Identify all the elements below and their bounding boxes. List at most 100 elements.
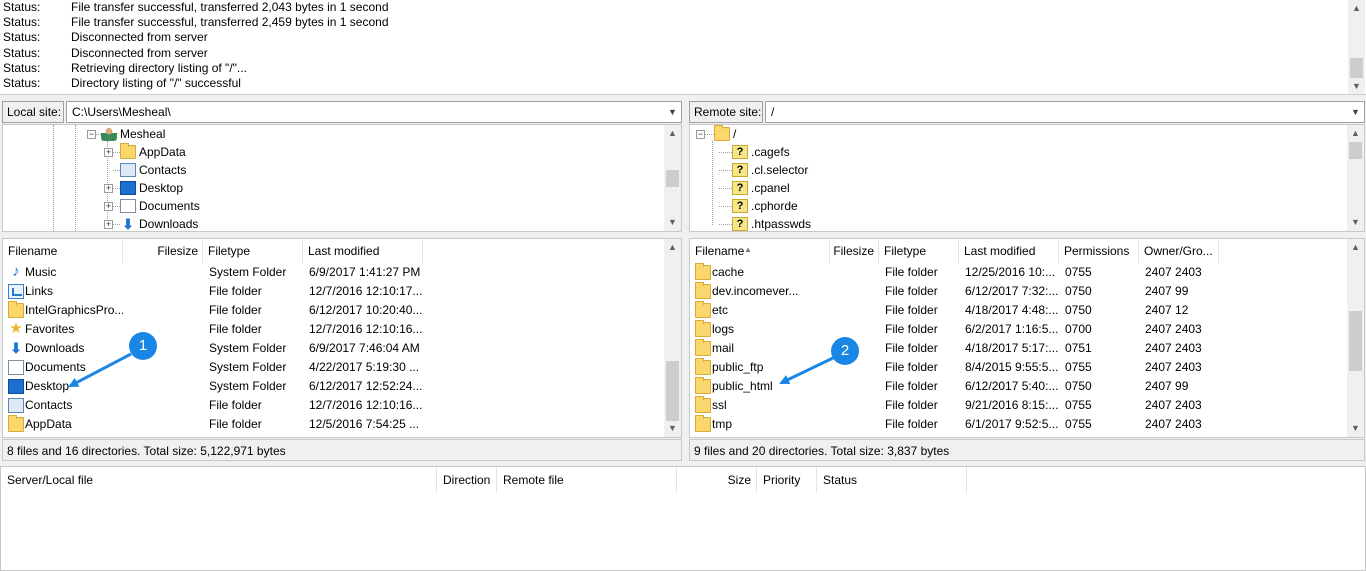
tree-item[interactable]: ? .htpasswds — [690, 215, 1330, 231]
file-row[interactable]: ♪ Music System Folder 6/9/2017 1:41:27 PM — [3, 263, 663, 282]
expand-icon[interactable]: + — [104, 220, 113, 229]
file-row[interactable]: ssl File folder 9/21/2016 8:15:... 0755 2407… — [690, 396, 1346, 415]
chevron-down-icon[interactable]: ▼ — [664, 102, 681, 122]
column-permissions[interactable]: Permissions — [1059, 239, 1139, 263]
folder-icon — [8, 301, 24, 318]
chevron-down-icon[interactable]: ▼ — [1347, 102, 1364, 122]
column-filesize[interactable]: Filesize — [123, 239, 203, 263]
folder-icon — [695, 282, 711, 299]
local-list-scrollbar[interactable]: ▲ ▼ — [664, 239, 681, 437]
file-row[interactable]: AppData File folder 12/5/2016 7:54:25 ... — [3, 415, 663, 434]
tree-item[interactable]: − Mesheal — [3, 125, 643, 143]
file-row[interactable]: Desktop System Folder 6/12/2017 12:52:24..… — [3, 377, 663, 396]
scroll-up-arrow-icon[interactable]: ▲ — [1347, 125, 1364, 142]
remote-list-scrollbar[interactable]: ▲ ▼ — [1347, 239, 1364, 437]
scroll-thumb[interactable] — [1349, 142, 1362, 159]
file-size — [830, 263, 877, 282]
scroll-down-arrow-icon[interactable]: ▼ — [664, 420, 681, 437]
file-row[interactable]: etc File folder 4/18/2017 4:48:... 0750 2407… — [690, 301, 1346, 320]
desktop-icon — [120, 181, 136, 195]
file-type: File folder — [885, 303, 938, 317]
tree-item[interactable]: ? .cagefs — [690, 143, 1330, 161]
file-type: File folder — [885, 360, 938, 374]
document-icon — [120, 199, 136, 213]
column-filesize[interactable]: Filesize — [830, 239, 879, 263]
tree-item-label: AppData — [139, 145, 186, 159]
tree-item[interactable]: ? .cphorde — [690, 197, 1330, 215]
file-name: public_html — [712, 379, 773, 393]
collapse-icon[interactable]: − — [696, 130, 705, 139]
local-tree-scrollbar[interactable]: ▲ ▼ — [664, 125, 681, 231]
tree-item[interactable]: + ⬇ Downloads — [3, 215, 643, 231]
tree-item[interactable]: + Documents — [3, 197, 643, 215]
local-site-path-input[interactable]: C:\Users\Mesheal\ ▼ — [66, 101, 682, 123]
file-modified: 6/12/2017 5:40:... — [965, 379, 1059, 393]
log-line-text: Disconnected from server — [71, 30, 208, 45]
scroll-thumb[interactable] — [1349, 311, 1362, 371]
file-row[interactable]: Links File folder 12/7/2016 12:10:17... — [3, 282, 663, 301]
contacts-icon — [120, 163, 136, 177]
tree-item[interactable]: Contacts — [3, 161, 643, 179]
column-status[interactable]: Status — [817, 467, 967, 493]
file-modified: 6/1/2017 9:52:5... — [965, 417, 1059, 431]
file-row[interactable]: logs File folder 6/2/2017 1:16:5... 0700 240… — [690, 320, 1346, 339]
tree-guide-line — [705, 134, 714, 135]
scroll-thumb[interactable] — [1350, 58, 1363, 78]
scroll-down-arrow-icon[interactable]: ▼ — [1348, 78, 1365, 94]
file-type: File folder — [885, 322, 938, 336]
scroll-up-arrow-icon[interactable]: ▲ — [664, 125, 681, 142]
local-directory-tree: ▲ ▼ − Mesheal + AppData Contacts + Desktop + Doc… — [2, 124, 682, 232]
scroll-down-arrow-icon[interactable]: ▼ — [664, 214, 681, 231]
file-row[interactable]: public_ftp File folder 8/4/2015 9:55:5... 0… — [690, 358, 1346, 377]
remote-list-header: Filename ▲ Filesize Filetype Last modifi… — [690, 239, 1348, 263]
file-row[interactable]: public_html File folder 6/12/2017 5:40:...… — [690, 377, 1346, 396]
scroll-thumb[interactable] — [666, 361, 679, 421]
message-log-scrollbar[interactable]: ▲ ▼ — [1348, 0, 1365, 94]
tree-item[interactable]: ? .cpanel — [690, 179, 1330, 197]
scroll-down-arrow-icon[interactable]: ▼ — [1347, 214, 1364, 231]
scroll-up-arrow-icon[interactable]: ▲ — [1348, 0, 1365, 17]
tree-guide-line — [113, 224, 120, 225]
file-row[interactable]: mail File folder 4/18/2017 5:17:... 0751 240… — [690, 339, 1346, 358]
column-direction[interactable]: Direction — [437, 467, 497, 493]
column-size[interactable]: Size — [677, 467, 757, 493]
file-row[interactable]: cache File folder 12/25/2016 10:... 0755 240… — [690, 263, 1346, 282]
scroll-up-arrow-icon[interactable]: ▲ — [1347, 239, 1364, 256]
tree-item[interactable]: + Desktop — [3, 179, 643, 197]
column-last-modified[interactable]: Last modified — [959, 239, 1059, 263]
column-priority[interactable]: Priority — [757, 467, 817, 493]
column-filetype[interactable]: Filetype — [879, 239, 959, 263]
column-filename[interactable]: Filename — [3, 239, 123, 263]
scroll-thumb[interactable] — [666, 170, 679, 187]
folder-icon — [695, 377, 711, 394]
scroll-down-arrow-icon[interactable]: ▼ — [1347, 420, 1364, 437]
tree-item[interactable]: − / — [690, 125, 1330, 143]
expand-icon[interactable]: + — [104, 148, 113, 157]
file-row[interactable]: Contacts File folder 12/7/2016 12:10:16... — [3, 396, 663, 415]
log-line: Status: Disconnected from server — [3, 46, 1343, 61]
scroll-up-arrow-icon[interactable]: ▲ — [664, 239, 681, 256]
file-row[interactable]: ⬇ Downloads System Folder 6/9/2017 7:46:04 … — [3, 339, 663, 358]
file-row[interactable]: IntelGraphicsPro... File folder 6/12/2017 … — [3, 301, 663, 320]
file-row[interactable]: dev.incomever... File folder 6/12/2017 7:3… — [690, 282, 1346, 301]
remote-site-path-input[interactable]: / ▼ — [765, 101, 1365, 123]
expand-icon[interactable]: + — [104, 202, 113, 211]
column-filename[interactable]: Filename ▲ — [690, 239, 830, 263]
remote-tree-scrollbar[interactable]: ▲ ▼ — [1347, 125, 1364, 231]
file-row[interactable]: tmp File folder 6/1/2017 9:52:5... 0755 2407… — [690, 415, 1346, 434]
collapse-icon[interactable]: − — [87, 130, 96, 139]
column-last-modified[interactable]: Last modified — [303, 239, 423, 263]
file-row[interactable]: ★ Favorites File folder 12/7/2016 12:10:16.… — [3, 320, 663, 339]
file-type: System Folder — [209, 341, 287, 355]
file-modified: 6/2/2017 1:16:5... — [965, 322, 1059, 336]
tree-item[interactable]: + AppData — [3, 143, 643, 161]
column-owner-group[interactable]: Owner/Gro... — [1139, 239, 1219, 263]
column-filetype[interactable]: Filetype — [203, 239, 303, 263]
column-server-local-file[interactable]: Server/Local file — [1, 467, 437, 493]
file-row[interactable]: Documents System Folder 4/22/2017 5:19:30 … — [3, 358, 663, 377]
unknown-folder-icon: ? — [732, 217, 748, 231]
folder-icon — [695, 339, 711, 356]
column-remote-file[interactable]: Remote file — [497, 467, 677, 493]
tree-item[interactable]: ? .cl.selector — [690, 161, 1330, 179]
expand-icon[interactable]: + — [104, 184, 113, 193]
